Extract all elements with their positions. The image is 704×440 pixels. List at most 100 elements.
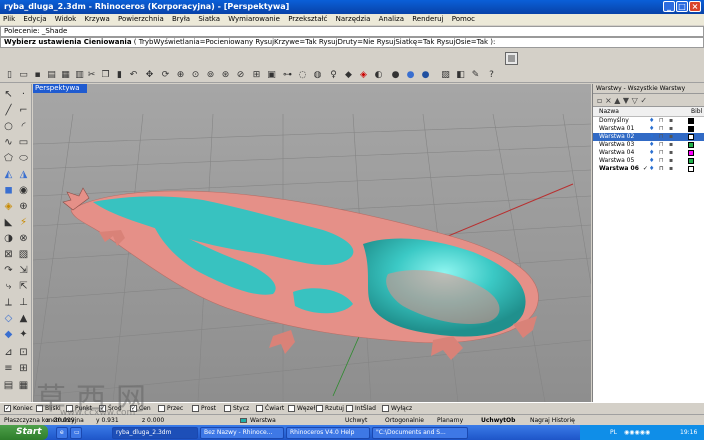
fillet-icon[interactable]: ◣ — [2, 216, 15, 229]
split-icon[interactable]: ◑ — [2, 232, 15, 245]
visible-bulb-icon[interactable]: ♦ — [649, 166, 654, 172]
delete-layer-icon[interactable]: × — [605, 96, 612, 105]
mesh-icon[interactable]: ◈ — [2, 200, 15, 213]
menu-curve[interactable]: Krzywa — [81, 15, 112, 23]
polyline-icon[interactable]: ⌐ — [17, 104, 30, 117]
column-name[interactable]: Nazwa — [599, 107, 619, 117]
curve-icon[interactable]: ∿ — [2, 136, 15, 149]
menu-edit[interactable]: Edycja — [20, 15, 49, 23]
layer-color-swatch[interactable] — [688, 134, 694, 140]
box-icon[interactable]: ◼ — [2, 184, 15, 197]
paste-icon[interactable]: ▮ — [114, 69, 125, 81]
render-toolbar-icon[interactable] — [505, 52, 518, 65]
mirror-icon[interactable]: ⟂ — [2, 296, 15, 309]
curve-tools-icon[interactable]: ⊿ — [2, 346, 15, 359]
layer-color-swatch[interactable] — [688, 118, 694, 124]
menu-render[interactable]: Renderuj — [409, 15, 446, 23]
tray-icons[interactable]: ◉◉◉◉◉ — [624, 425, 650, 440]
line-icon[interactable]: ╱ — [2, 104, 15, 117]
layer-row[interactable]: Warstwa 04 ♦ ⊓ ▪ — [593, 149, 704, 157]
join-icon[interactable]: ⊗ — [17, 232, 30, 245]
ghosted-icon[interactable]: ● — [420, 69, 431, 81]
osnap-checkbox[interactable] — [346, 405, 353, 412]
zoom-window-icon[interactable]: ⊙ — [190, 69, 201, 81]
print-layer-icon[interactable]: ▪ — [669, 150, 674, 156]
osnap-checkbox[interactable] — [158, 405, 165, 412]
task-rhino-help[interactable]: Rhinoceros V4.0 Help — [286, 427, 370, 439]
menu-tools[interactable]: Narzędzia — [333, 15, 374, 23]
lock-icon[interactable]: ⊓ — [659, 166, 664, 172]
menu-analyze[interactable]: Analiza — [376, 15, 407, 23]
lock-icon[interactable]: ⊓ — [659, 134, 664, 140]
filter-icon[interactable]: ▽ — [632, 96, 638, 105]
menu-surface[interactable]: Powierzchnia — [115, 15, 167, 23]
undo-icon[interactable]: ↶ — [128, 69, 139, 81]
layer-row[interactable]: Domyślny ♦ ⊓ ▪ — [593, 117, 704, 125]
copy-icon[interactable]: ❐ — [100, 69, 111, 81]
osnap-checkbox[interactable] — [382, 405, 389, 412]
zoom-icon[interactable]: ⊕ — [175, 69, 186, 81]
export-icon[interactable]: ▥ — [74, 69, 85, 81]
menu-mesh[interactable]: Siatka — [195, 15, 223, 23]
move-icon[interactable]: ↷ — [2, 264, 15, 277]
rectangle-icon[interactable]: ▭ — [17, 136, 30, 149]
visible-bulb-icon[interactable]: ♦ — [649, 158, 654, 164]
layer-row[interactable]: Warstwa 05 ♦ ⊓ ▪ — [593, 157, 704, 165]
cut-icon[interactable]: ✂ — [86, 69, 97, 81]
surface-icon[interactable]: ◭ — [2, 168, 15, 181]
maximize-button[interactable]: □ — [676, 1, 688, 12]
layer-color-swatch[interactable] — [688, 158, 694, 164]
render-icon[interactable]: ◈ — [358, 69, 369, 81]
boolean-icon[interactable]: ⊕ — [17, 200, 30, 213]
lock-icon[interactable]: ⊓ — [659, 118, 664, 124]
layer-row[interactable]: Warstwa 02 ♦ ⊓ ▪ — [593, 133, 704, 141]
circle-icon[interactable]: ○ — [2, 120, 15, 133]
render-tools-icon[interactable]: ✦ — [17, 328, 30, 341]
command-line[interactable]: Wybierz ustawienia Cieniowania ( TrybWyś… — [0, 37, 704, 48]
lock-icon[interactable]: ⊓ — [659, 158, 664, 164]
print-layer-icon[interactable]: ▪ — [669, 134, 674, 140]
pan-icon[interactable]: ✥ — [144, 69, 155, 81]
visible-bulb-icon[interactable]: ♦ — [649, 142, 654, 148]
task-explorer-folder[interactable]: "C:\Documents and S... — [372, 427, 468, 439]
perspective-viewport[interactable] — [33, 84, 591, 402]
start-button[interactable]: Start — [0, 425, 48, 440]
task-rhino-untitled[interactable]: Bez Nazwy - Rhinoce... — [200, 427, 284, 439]
select-icon[interactable]: ◌ — [297, 69, 308, 81]
open-file-icon[interactable]: ▭ — [18, 69, 29, 81]
visible-bulb-icon[interactable]: ♦ — [649, 118, 654, 124]
close-button[interactable]: × — [689, 1, 701, 12]
rendered-icon[interactable]: ● — [405, 69, 416, 81]
print-layer-icon[interactable]: ▪ — [669, 126, 674, 132]
rotate-view-icon[interactable]: ⟳ — [160, 69, 171, 81]
osnap-checkbox[interactable] — [256, 405, 263, 412]
trim-icon[interactable]: ⚡ — [17, 216, 30, 229]
layer-color-swatch[interactable] — [688, 166, 694, 172]
osnap-checkbox[interactable] — [288, 405, 295, 412]
visible-bulb-icon[interactable]: ♦ — [649, 126, 654, 132]
viewport-tab[interactable]: Perspektywa — [33, 84, 87, 93]
import-icon[interactable]: ▦ — [60, 69, 71, 81]
command-prompt-options[interactable]: ( TrybWyświetlania=Pocieniowany RysujKrz… — [132, 38, 496, 46]
display-options-icon[interactable]: ◧ — [455, 69, 466, 81]
print-icon[interactable]: ▤ — [46, 69, 57, 81]
layer-color-swatch[interactable] — [688, 126, 694, 132]
zoom-extents-icon[interactable]: ⊚ — [205, 69, 216, 81]
group-icon[interactable]: ▧ — [17, 248, 30, 261]
menu-view[interactable]: Widok — [52, 15, 80, 23]
layer-row[interactable]: Warstwa 01 ♦ ⊓ ▪ — [593, 125, 704, 133]
quicklaunch-ie-icon[interactable]: e — [56, 427, 68, 439]
task-rhino-active[interactable]: ryba_dluga_2.3dm — [112, 427, 198, 439]
print-layer-icon[interactable]: ▪ — [669, 118, 674, 124]
render-mode-icon[interactable]: ◐ — [373, 69, 384, 81]
zoom-selected-icon[interactable]: ⊛ — [220, 69, 231, 81]
layer-color-swatch[interactable] — [688, 150, 694, 156]
lock-icon[interactable]: ⊓ — [659, 150, 664, 156]
menu-dimension[interactable]: Wymiarowanie — [225, 15, 283, 23]
print-layer-icon[interactable]: ▪ — [669, 158, 674, 164]
scale-icon[interactable]: ⇱ — [17, 280, 30, 293]
shaded-icon[interactable]: ● — [390, 69, 401, 81]
cplane-icon[interactable]: ▣ — [266, 69, 277, 81]
new-layer-icon[interactable]: ▫ — [597, 96, 602, 105]
layer-settings-icon[interactable]: ✓ — [640, 96, 647, 105]
